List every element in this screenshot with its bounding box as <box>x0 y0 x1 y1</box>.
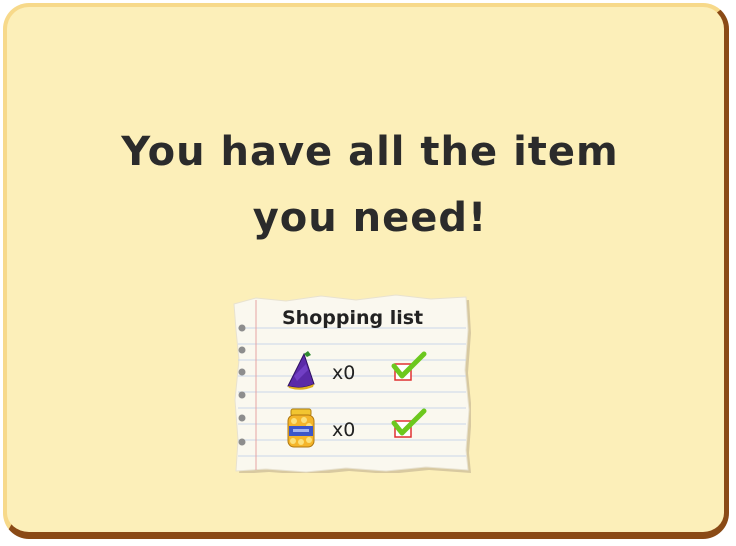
checked-checkbox-icon <box>391 408 427 438</box>
list-item: x0 <box>284 350 464 394</box>
checked-checkbox-icon <box>391 351 427 381</box>
completion-message-line-1: You have all the item <box>121 129 619 175</box>
party-hat-icon <box>287 351 315 390</box>
shopping-list-title: Shopping list <box>282 307 424 329</box>
list-item: x0 <box>284 407 464 451</box>
item-quantity: x0 <box>332 362 356 384</box>
completion-message-line-2: you need! <box>252 195 488 241</box>
popcorn-jar-icon <box>287 408 315 448</box>
shopping-list-note: Shopping list x0 x0 <box>226 290 471 473</box>
completion-message: You have all the item you need! <box>7 119 733 251</box>
item-quantity: x0 <box>332 419 356 441</box>
